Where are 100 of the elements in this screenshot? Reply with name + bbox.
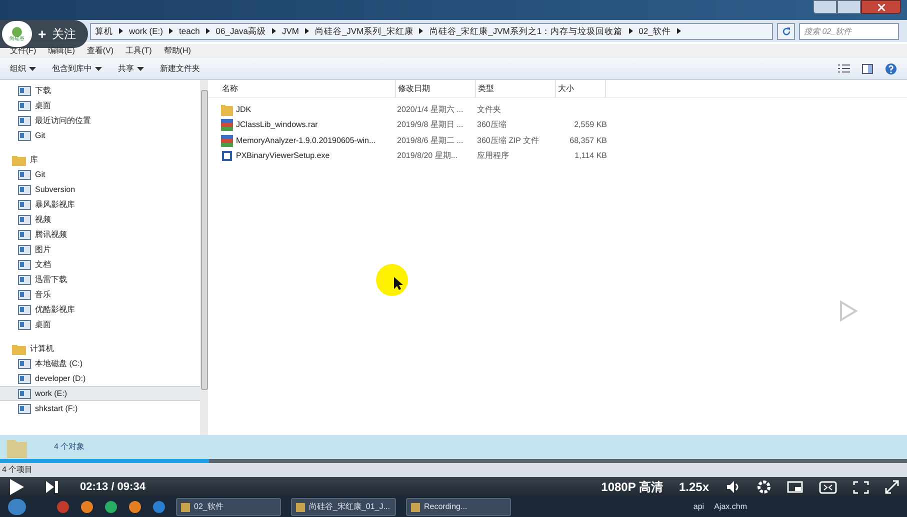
toolbar-button[interactable]: 组织 (10, 62, 36, 74)
toolbar-button[interactable]: 共享 (118, 62, 144, 74)
file-row[interactable]: JClassLib_windows.rar 2019/9/8 星期日 ... 360压缩 2,559 KB (221, 118, 907, 133)
menu-item[interactable]: 工具(T) (126, 45, 152, 57)
file-name: MemoryAnalyzer-1.9.0.20190605-win... (236, 134, 376, 147)
installer-icon (221, 150, 233, 162)
nav-item[interactable]: Git (0, 167, 200, 182)
breadcrumb[interactable]: 尚硅谷_JVM系列_宋红康 (314, 24, 414, 38)
taskbar-app-icon[interactable] (152, 500, 166, 514)
chevron-icon (304, 28, 309, 34)
nav-item[interactable]: developer (D:) (0, 371, 200, 386)
breadcrumb[interactable]: 06_Java高级 (216, 24, 266, 38)
skip-next-icon (46, 481, 58, 493)
taskbar-app-icon[interactable] (80, 500, 94, 514)
tray-item[interactable]: Ajax.chm (714, 501, 747, 513)
widescreen-icon[interactable] (819, 480, 837, 494)
scrollbar[interactable] (200, 80, 208, 435)
nav-group-header[interactable]: 库 (0, 152, 200, 167)
taskbar-window-button[interactable]: Recording... (406, 498, 511, 516)
nav-item[interactable]: 图片 (0, 242, 200, 257)
minimize-button[interactable] (813, 0, 837, 14)
file-name: JDK (236, 104, 252, 116)
tray-item[interactable]: api (693, 501, 704, 513)
column-header[interactable]: 名称 (220, 80, 396, 97)
toolbar-button[interactable]: 包含到库中 (52, 62, 102, 74)
breadcrumb[interactable]: work (E:) (129, 24, 163, 38)
nav-item[interactable]: 暴风影视库 (0, 197, 200, 212)
table-cell-text: 1,114 KB (574, 150, 607, 162)
nav-item[interactable]: 下载 (0, 83, 200, 98)
nav-item[interactable]: 桌面 (0, 317, 200, 332)
menu-item[interactable]: 文件(F) (10, 45, 36, 57)
item-icon (18, 228, 31, 240)
picture-in-picture-icon[interactable] (787, 480, 803, 494)
taskbar-window-button[interactable]: 02_软件 (176, 498, 281, 516)
breadcrumb[interactable]: 02_软件 (638, 24, 671, 38)
settings-icon[interactable] (757, 480, 771, 494)
help-icon[interactable] (885, 62, 897, 74)
file-row[interactable]: PXBinaryViewerSetup.exe 2019/8/20 星期... 应用程序 1,114 KB (221, 148, 907, 164)
nav-group-header[interactable]: 计算机 (0, 341, 200, 356)
nav-item[interactable]: Git (0, 128, 200, 143)
expand-icon[interactable] (885, 480, 899, 494)
item-icon (18, 402, 31, 414)
nav-item[interactable]: 腾讯视频 (0, 227, 200, 242)
nav-item[interactable]: 本地磁盘 (C:) (0, 356, 200, 371)
nav-item[interactable]: 迅雷下载 (0, 272, 200, 287)
nav-item[interactable]: 文档 (0, 257, 200, 272)
nav-item[interactable]: work (E:) (0, 386, 200, 401)
column-header[interactable]: 大小 (556, 80, 606, 97)
nav-item[interactable]: Subversion (0, 182, 200, 197)
nav-item[interactable]: 视频 (0, 212, 200, 227)
refresh-button[interactable] (777, 22, 795, 40)
menu-item[interactable]: 编辑(E) (48, 45, 75, 57)
speed-button[interactable]: 1.25x (678, 478, 709, 496)
table-cell-text: 68,357 KB (568, 134, 607, 147)
toolbar-button[interactable]: 新建文件夹 (160, 62, 200, 74)
taskbar-app-icon[interactable] (104, 500, 118, 514)
item-icon (18, 198, 31, 210)
chevron-icon (628, 28, 633, 34)
chevron-icon (169, 28, 173, 34)
next-button[interactable] (46, 481, 58, 493)
nav-item[interactable]: 优酷影视库 (0, 302, 200, 317)
chevron-icon (676, 28, 681, 34)
file-row[interactable]: MemoryAnalyzer-1.9.0.20190605-win... 2019/8/6 星期二 ... 360压缩 ZIP 文件 68,357 KB (221, 133, 907, 148)
table-cell-text: 2019/8/6 星期二 ... (397, 134, 464, 147)
nav-item[interactable]: shkstart (F:) (0, 401, 200, 416)
table-cell-text: 2,559 KB (573, 119, 607, 132)
file-row[interactable]: JDK 2020/1/4 星期六 ... 文件夹 (221, 102, 907, 118)
cursor-highlight-drawing (376, 264, 408, 296)
item-icon (18, 84, 31, 96)
nav-item[interactable]: 最近访问的位置 (0, 113, 200, 128)
playback-time: 02:13 / 09:34 (80, 480, 146, 495)
taskbar-app-icon[interactable] (128, 500, 142, 514)
nav-item[interactable]: 音乐 (0, 287, 200, 302)
nav-item[interactable]: 桌面 (0, 98, 200, 113)
column-header[interactable]: 类型 (476, 80, 556, 97)
taskbar-window-button[interactable]: 尚硅谷_宋红康_01_J... (291, 498, 396, 516)
view-options-icon[interactable] (838, 64, 850, 73)
search-field[interactable]: 搜索 02_软件 (799, 22, 899, 40)
breadcrumb[interactable]: JVM (282, 24, 299, 38)
maximize-button[interactable] (837, 0, 861, 14)
window-icon (296, 502, 305, 512)
start-button[interactable] (8, 499, 26, 515)
breadcrumb[interactable]: 算机 (95, 24, 113, 38)
breadcrumb[interactable]: teach (179, 24, 200, 38)
quality-button[interactable]: 1080P 高清 (601, 478, 663, 496)
taskbar-app-icon[interactable] (56, 500, 70, 514)
breadcrumb[interactable]: 尚硅谷_宋红康_JVM系列之1：内存与垃圾回收篇 (429, 24, 623, 38)
item-icon (18, 372, 31, 384)
play-button[interactable] (10, 479, 24, 495)
menu-item[interactable]: 帮助(H) (164, 45, 191, 57)
table-cell-text: 2019/9/8 星期日 ... (397, 119, 464, 132)
volume-icon[interactable] (727, 480, 741, 494)
close-button[interactable] (861, 0, 901, 14)
address-bar[interactable]: 算机 work (E:) teach 06_Java高级 JVM 尚硅谷_JVM系列_宋红康 尚硅谷_宋红康_JVM系列之1：内存与垃圾回收篇 02_软件 (90, 22, 773, 40)
column-header[interactable]: 修改日期 (396, 80, 476, 97)
menu-item[interactable]: 查看(V) (86, 45, 114, 57)
preview-pane-icon[interactable] (862, 64, 873, 74)
fullscreen-icon[interactable] (853, 480, 869, 494)
progress-track[interactable] (0, 459, 907, 463)
folder-icon (12, 342, 26, 354)
